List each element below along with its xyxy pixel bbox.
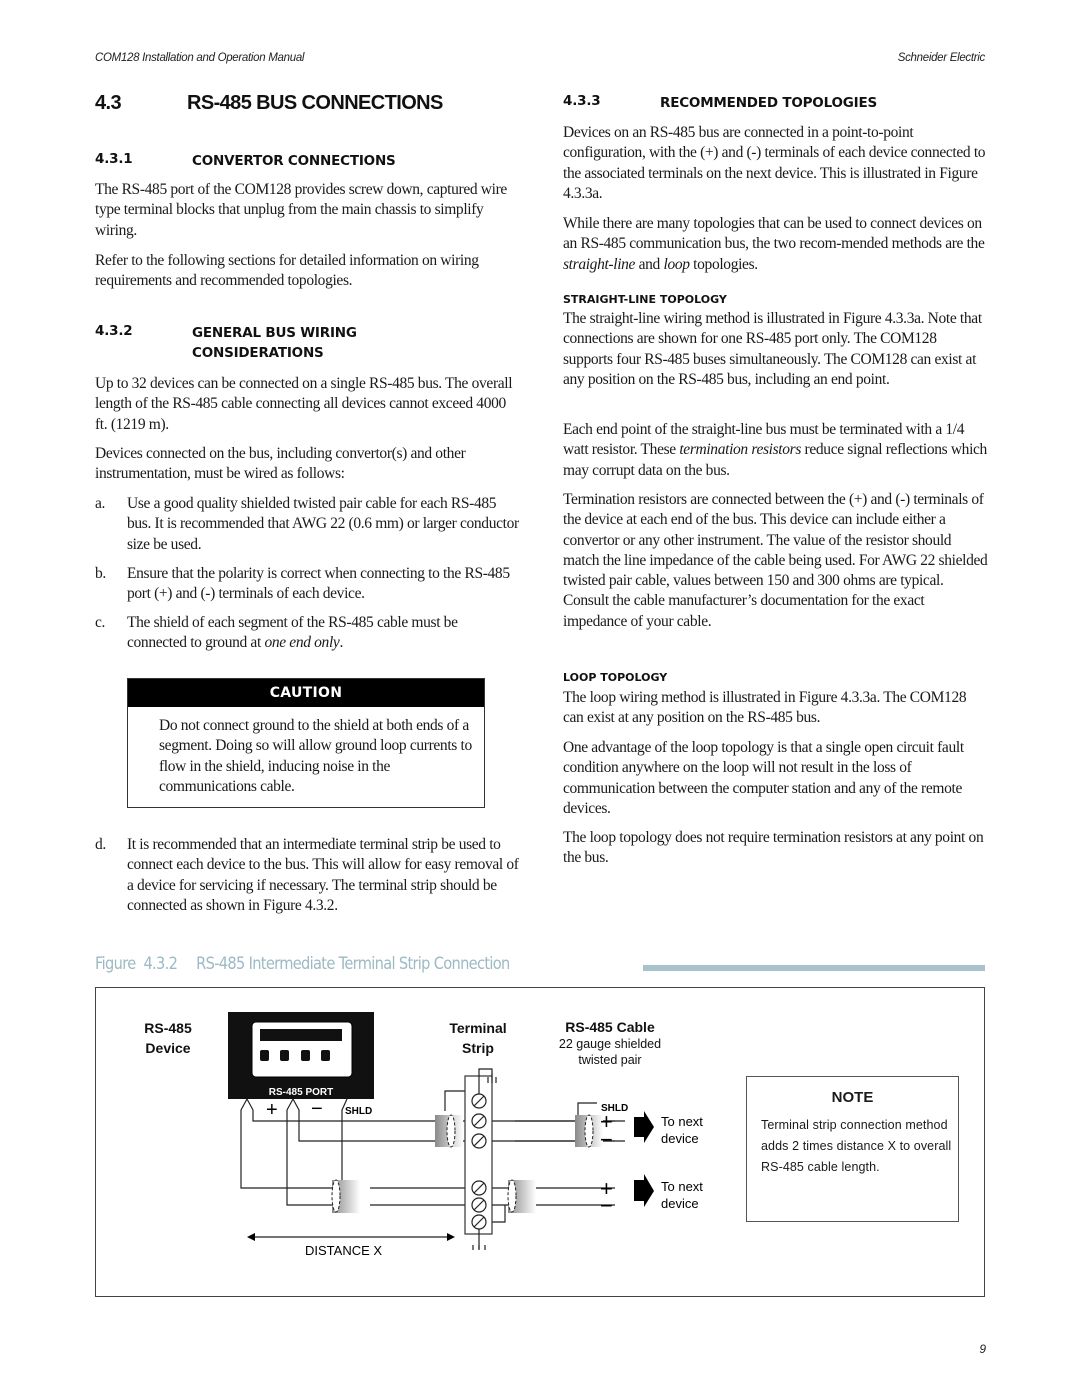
distance-label: DISTANCE X: [305, 1243, 382, 1258]
minus-label: −: [600, 1127, 613, 1152]
port-label: RS-485 PORT: [269, 1087, 333, 1098]
list-marker: a.: [95, 495, 106, 512]
subsection-number: 4.3.1: [95, 151, 133, 167]
list-item: c. The shield of each segment of the RS-4…: [95, 613, 520, 654]
subsection-heading-4-3-1: 4.3.1 CONVERTOR CONNECTIONS: [95, 151, 396, 171]
emphasis: loop: [663, 255, 690, 273]
figure-caption: Figure 4.3.2 RS-485 Intermediate Terminal…: [95, 954, 510, 974]
subsection-heading-4-3-3: 4.3.3 RECOMMENDED TOPOLOGIES: [563, 93, 877, 113]
caution-text: Do not connect ground to the shield at b…: [159, 717, 472, 795]
minus-label: −: [311, 1098, 323, 1120]
to-next-label: To next: [661, 1179, 703, 1194]
paragraph: Up to 32 devices can be connected on a s…: [95, 375, 513, 433]
list-item: b. Ensure that the polarity is correct wh…: [95, 564, 520, 605]
minus-label: −: [600, 1193, 613, 1218]
section-heading: 4.3 RS-485 BUS CONNECTIONS: [95, 92, 443, 115]
subsection-heading-4-3-2: 4.3.2 GENERAL BUS WIRING CONSIDERATIONS: [95, 323, 357, 363]
paragraph: The straight-line wiring method is illus…: [563, 310, 982, 388]
list-text: Ensure that the polarity is correct when…: [127, 565, 510, 603]
caution-heading: CAUTION: [128, 679, 484, 707]
straight-line-heading: STRAIGHT-LINE TOPOLOGY: [563, 293, 727, 306]
list-item: d. It is recommended that an intermediate…: [95, 835, 520, 916]
manual-title: COM128 Installation and Operation Manual: [95, 52, 305, 64]
loop-heading: LOOP TOPOLOGY: [563, 671, 668, 684]
paragraph: Devices connected on the bus, including …: [95, 445, 466, 483]
caption-rule: [643, 965, 985, 971]
subsection-title: GENERAL BUS WIRING CONSIDERATIONS: [192, 323, 357, 363]
subsection-title: CONVERTOR CONNECTIONS: [192, 153, 396, 169]
text: and: [635, 255, 664, 273]
caution-box: CAUTION Do not connect ground to the shi…: [127, 678, 485, 808]
company-name: Schneider Electric: [897, 52, 986, 64]
plus-label: +: [266, 1099, 278, 1121]
arrow-right-icon: [634, 1174, 654, 1207]
text: While there are many topologies that can…: [563, 215, 985, 253]
note-heading: NOTE: [831, 1089, 874, 1106]
list-text: It is recommended that an intermediate t…: [127, 836, 519, 914]
paragraph: While there are many topologies that can…: [563, 214, 988, 275]
list-text-suffix: .: [339, 634, 343, 652]
arrow-right-icon: [634, 1111, 654, 1143]
device-wires: [240, 1090, 625, 1223]
paragraph: Each end point of the straight-line bus …: [563, 420, 988, 481]
rs485-device-icon: RS-485 PORT: [228, 1012, 374, 1099]
figure-title: RS-485 Intermediate Terminal Strip Conne…: [196, 954, 510, 974]
paragraph: The RS-485 port of the COM128 provides s…: [95, 181, 507, 239]
list-text: Use a good quality shielded twisted pair…: [127, 495, 519, 553]
paragraph: The loop topology does not require termi…: [563, 829, 984, 867]
list-item: a. Use a good quality shielded twisted pa…: [95, 494, 520, 555]
section-title: RS-485 BUS CONNECTIONS: [187, 92, 443, 114]
paragraph: The loop wiring method is illustrated in…: [563, 689, 967, 727]
paragraph: Refer to the following sections for deta…: [95, 252, 479, 290]
emphasis: straight-line: [563, 255, 636, 273]
list-text: The shield of each segment of the RS-485…: [127, 613, 520, 654]
subsection-title: RECOMMENDED TOPOLOGIES: [660, 95, 878, 111]
emphasis: termination resistors: [679, 441, 802, 459]
figure-number: 4.3.2: [143, 954, 178, 974]
list-marker: b.: [95, 565, 106, 582]
paragraph: One advantage of the loop topology is th…: [563, 739, 964, 817]
shld-label: SHLD: [345, 1106, 372, 1117]
emphasis: one end only: [264, 634, 340, 652]
paragraph: Termination resistors are connected betw…: [563, 491, 988, 630]
note-box: NOTE Terminal strip connection method ad…: [746, 1076, 959, 1222]
paragraph: Devices on an RS-485 bus are connected i…: [563, 124, 986, 202]
subsection-title-line2: CONSIDERATIONS: [192, 345, 324, 361]
figure-label: Figure: [95, 954, 136, 974]
terminal-strip: [464, 1068, 497, 1250]
to-next-label: To next: [661, 1114, 703, 1129]
distance-dimension: DISTANCE X: [247, 1233, 455, 1258]
list-marker: c.: [95, 614, 106, 631]
section-number: 4.3: [95, 92, 122, 114]
to-next-label: device: [661, 1196, 699, 1211]
to-next-label: device: [661, 1131, 699, 1146]
subsection-number: 4.3.3: [563, 93, 601, 109]
subsection-number: 4.3.2: [95, 323, 133, 339]
note-text: Terminal strip connection method adds 2 …: [761, 1118, 952, 1174]
page-number: 9: [979, 1342, 986, 1356]
subsection-title-line1: GENERAL BUS WIRING: [192, 325, 357, 341]
text: topologies.: [689, 255, 758, 273]
list-marker: d.: [95, 836, 106, 853]
